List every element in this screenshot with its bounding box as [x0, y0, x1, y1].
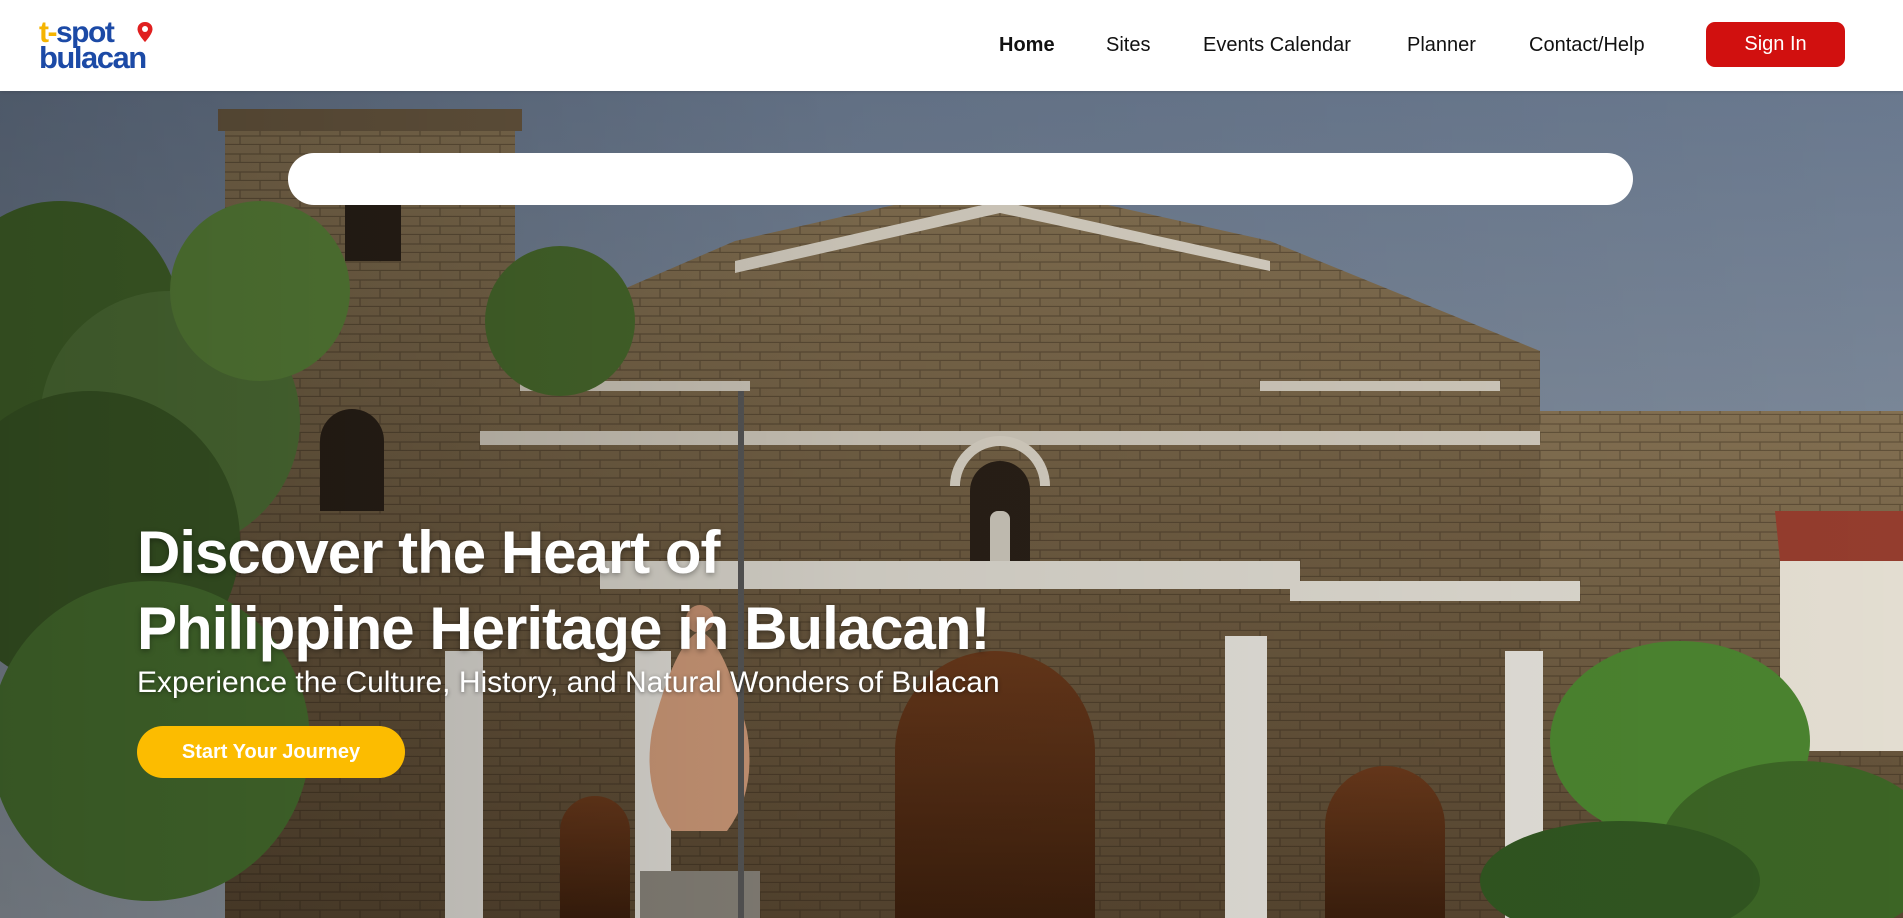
top-navbar: t-spot bulacan Home Sites Events Calenda… — [0, 0, 1903, 91]
hero-section: Discover the Heart of Philippine Heritag… — [0, 91, 1903, 918]
tspot-bulacan-logo[interactable]: t-spot bulacan — [39, 18, 169, 74]
nav-events-calendar-link[interactable]: Events Calendar — [1203, 30, 1351, 60]
nav-planner-link[interactable]: Planner — [1407, 30, 1476, 60]
map-pin-icon — [137, 22, 153, 42]
hero-headline-line1: Discover the Heart of — [137, 519, 721, 586]
nav-home-link[interactable]: Home — [999, 30, 1055, 60]
nav-sites-link[interactable]: Sites — [1106, 30, 1150, 60]
nav-contact-help-link[interactable]: Contact/Help — [1529, 30, 1645, 60]
logo-bulacan-text: bulacan — [39, 40, 147, 75]
sign-in-button[interactable]: Sign In — [1706, 22, 1845, 67]
search-input[interactable] — [288, 153, 1633, 205]
start-your-journey-button[interactable]: Start Your Journey — [137, 726, 405, 778]
hero-subheadline: Experience the Culture, History, and Nat… — [137, 666, 1000, 699]
hero-headline-line2: Philippine Heritage in Bulacan! — [137, 595, 990, 662]
hero-headline: Discover the Heart of Philippine Heritag… — [137, 515, 990, 667]
